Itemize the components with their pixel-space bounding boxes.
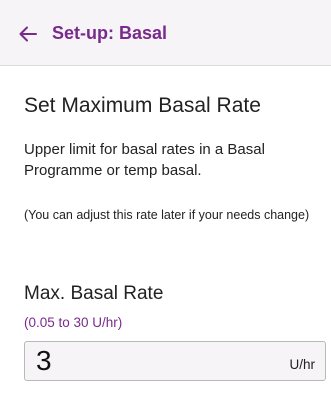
max-basal-rate-unit: U/hr [289, 357, 315, 372]
app-header: Set-up: Basal [0, 0, 331, 66]
arrow-left-icon [19, 26, 37, 42]
description-text: Upper limit for basal rates in a Basal P… [24, 141, 265, 179]
page-title: Set-up: Basal [52, 23, 168, 43]
note-text: (You can adjust this rate later if your … [24, 208, 310, 222]
max-basal-rate-range: (0.05 to 30 U/hr) [24, 315, 123, 330]
back-button[interactable] [16, 22, 40, 46]
section-title: Set Maximum Basal Rate [24, 94, 261, 117]
max-basal-rate-label: Max. Basal Rate [24, 283, 164, 304]
max-basal-rate-input[interactable]: 3 U/hr [24, 341, 326, 381]
basal-setup-screen: Set-up: Basal Set Maximum Basal Rate Upp… [0, 0, 331, 406]
max-basal-rate-value: 3 [36, 345, 52, 376]
